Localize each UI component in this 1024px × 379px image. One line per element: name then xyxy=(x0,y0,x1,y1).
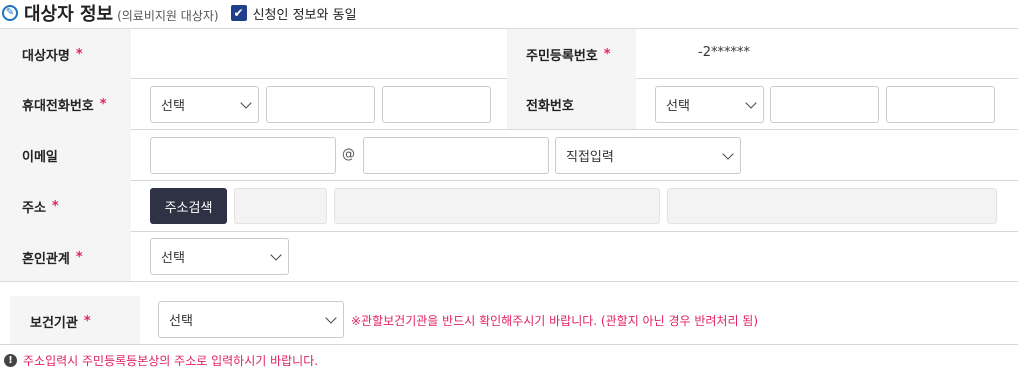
marriage-select[interactable]: 선택 xyxy=(150,238,289,275)
phone-prefix-select[interactable]: 선택 xyxy=(655,86,764,123)
resident-number-label: 주민등록번호 * xyxy=(526,46,611,64)
health-center-label: 보건기관 * xyxy=(30,313,91,331)
phone-middle-input[interactable] xyxy=(770,86,879,123)
chevron-down-icon xyxy=(325,311,337,324)
section-title: 대상자 정보 xyxy=(24,4,114,25)
email-domain-input[interactable] xyxy=(363,137,549,174)
at-sign: @ xyxy=(342,147,355,162)
info-circle-icon: ! xyxy=(4,354,17,367)
email-label: 이메일 xyxy=(22,149,58,165)
footer-notice-text: 주소입력시 주민등록등본상의 주소로 입력하시기 바랍니다. xyxy=(23,354,319,368)
address-label: 주소 * xyxy=(22,198,59,216)
name-label: 대상자명 * xyxy=(22,46,83,64)
divider xyxy=(0,129,1018,130)
chevron-down-icon xyxy=(240,96,252,109)
section-subtitle: (의료비지원 대상자) xyxy=(117,8,219,23)
chevron-down-icon xyxy=(722,147,734,160)
mobile-label: 휴대전화번호 * xyxy=(22,96,107,114)
chevron-down-icon xyxy=(270,248,282,261)
phone-label: 전화번호 xyxy=(526,98,574,114)
same-as-applicant-label[interactable]: 신청인 정보와 동일 xyxy=(253,4,357,23)
email-domain-select[interactable]: 직접입력 xyxy=(555,137,741,174)
footer-notice: ! 주소입력시 주민등록등본상의 주소로 입력하시기 바랍니다. xyxy=(4,352,318,369)
address-line2-input[interactable] xyxy=(667,188,997,224)
health-center-select[interactable]: 선택 xyxy=(158,301,344,338)
mobile-last-input[interactable] xyxy=(382,86,491,123)
chevron-down-icon xyxy=(745,96,757,109)
zipcode-input xyxy=(234,188,327,224)
mobile-middle-input[interactable] xyxy=(266,86,375,123)
divider xyxy=(0,231,1018,232)
section-header: ✎ 대상자 정보 (의료비지원 대상자) ✔ 신청인 정보와 동일 xyxy=(0,0,357,26)
mobile-prefix-select[interactable]: 선택 xyxy=(150,86,259,123)
checkbox-checked-icon[interactable]: ✔ xyxy=(230,5,247,21)
health-center-notice: ※관할보건기관을 반드시 확인해주시기 바랍니다. (관할지 아닌 경우 반려처… xyxy=(351,314,759,328)
address-line1-input xyxy=(334,188,660,224)
divider xyxy=(0,281,1018,282)
marriage-label: 혼인관계 * xyxy=(22,249,83,267)
label-column xyxy=(0,29,131,281)
resident-number-value: -2****** xyxy=(698,45,750,60)
divider xyxy=(0,180,1018,181)
address-search-button[interactable]: 주소검색 xyxy=(150,188,227,224)
divider xyxy=(0,344,1018,345)
phone-last-input[interactable] xyxy=(886,86,995,123)
circled-edit-icon: ✎ xyxy=(2,5,18,21)
email-local-input[interactable] xyxy=(150,137,336,174)
